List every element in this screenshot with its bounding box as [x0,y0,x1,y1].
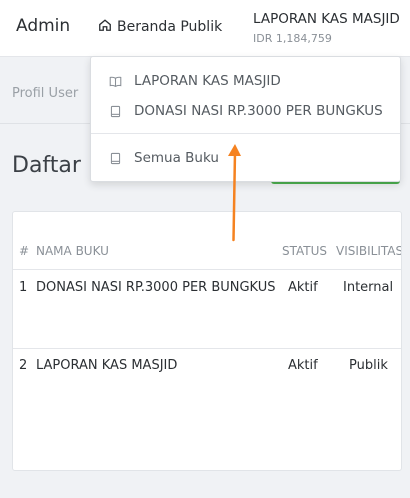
brand-link[interactable]: Admin [16,16,70,36]
public-home-link[interactable]: Beranda Publik [98,18,222,36]
dropdown-divider [91,133,400,134]
dropdown-item-laporan-kas-masjid[interactable]: LAPORAN KAS MASJID [91,66,400,96]
profile-user-link[interactable]: Profil User [12,86,78,101]
book-icon [108,104,122,118]
page: Admin Beranda Publik LAPORAN KAS MASJID … [0,0,410,498]
row-status: Aktif [288,358,318,373]
row-book-name[interactable]: DONASI NASI RP.3000 PER BUNGKUS [36,280,276,295]
dropdown-item-label: LAPORAN KAS MASJID [134,73,281,89]
row-visibility: Internal [343,280,394,295]
open-book-icon [108,74,122,88]
dropdown-item-donasi-nasi[interactable]: DONASI NASI RP.3000 PER BUNGKUS [91,96,400,126]
column-header-name: NAMA BUKU [36,244,109,258]
row-divider [13,348,401,349]
current-book-balance: IDR 1,184,759 [253,32,332,45]
column-header-visibility: VISIBILITAS [336,244,402,258]
row-status: Aktif [288,280,318,295]
column-header-number: # [19,244,30,258]
row-visibility: Publik [349,358,388,373]
dropdown-item-label: DONASI NASI RP.3000 PER BUNGKUS [134,103,383,119]
row-number: 1 [19,280,28,295]
row-book-name[interactable]: LAPORAN KAS MASJID [36,358,177,373]
current-book-dropdown-toggle[interactable]: LAPORAN KAS MASJID [253,11,400,27]
book-icon [108,151,122,165]
annotation-arrow [228,144,241,242]
public-home-label: Beranda Publik [117,19,223,35]
home-icon [98,18,112,36]
top-navbar: Admin Beranda Publik LAPORAN KAS MASJID … [0,0,410,57]
dropdown-item-label: Semua Buku [134,150,219,166]
header-divider [13,269,401,270]
row-number: 2 [19,358,28,373]
books-table-card: # NAMA BUKU STATUS VISIBILITAS 1 DONASI … [12,211,402,471]
column-header-status: STATUS [282,244,328,258]
